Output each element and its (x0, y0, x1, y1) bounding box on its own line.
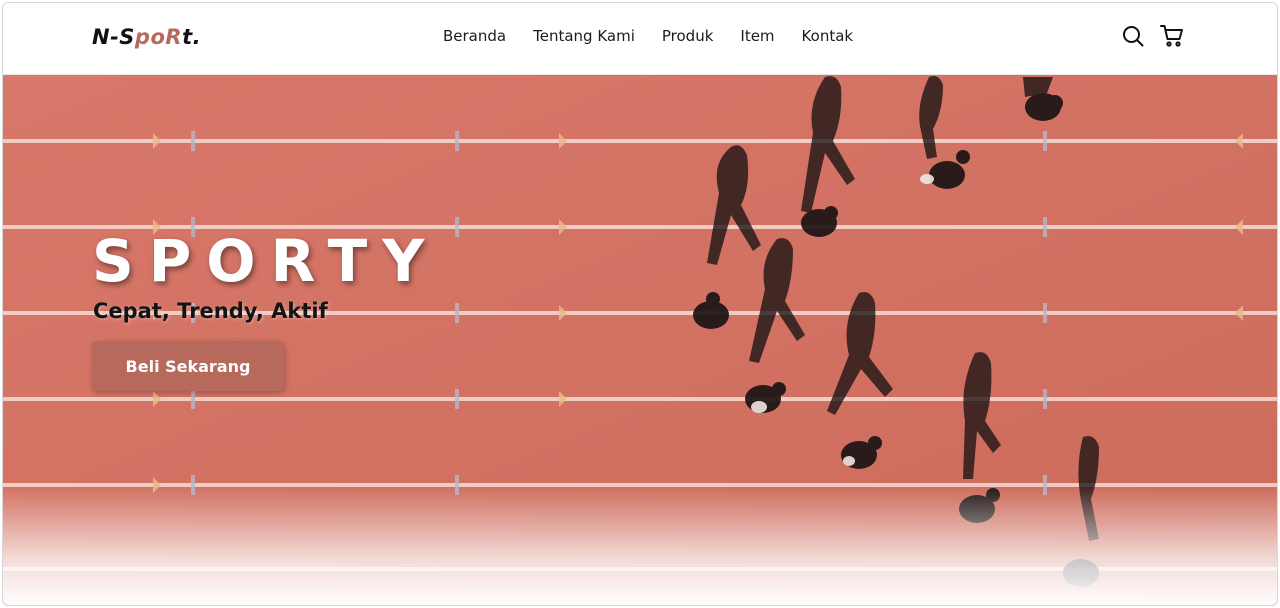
nav-item-kontak[interactable]: Kontak (802, 27, 854, 45)
search-icon[interactable] (1121, 24, 1145, 48)
nav-item-item[interactable]: Item (740, 27, 774, 45)
nav-item-produk[interactable]: Produk (662, 27, 714, 45)
page-frame: N-SpoRt. Beranda Tentang Kami Produk Ite… (2, 2, 1278, 606)
navbar: N-SpoRt. Beranda Tentang Kami Produk Ite… (3, 3, 1277, 75)
nav-item-tentang-kami[interactable]: Tentang Kami (533, 27, 635, 45)
nav-icons (1121, 23, 1185, 49)
logo-suffix: t. (182, 25, 202, 49)
cart-icon[interactable] (1159, 23, 1185, 49)
nav-item-beranda[interactable]: Beranda (443, 27, 506, 45)
buy-now-button[interactable]: Beli Sekarang (92, 341, 284, 391)
brand-logo[interactable]: N-SpoRt. (92, 25, 201, 49)
hero-banner: SPORTY Cepat, Trendy, Aktif Beli Sekaran… (3, 75, 1277, 605)
main-nav: Beranda Tentang Kami Produk Item Kontak (443, 27, 880, 45)
hero-tagline: Cepat, Trendy, Aktif (93, 299, 328, 323)
hero-fade-overlay (3, 487, 1277, 605)
logo-prefix: N-S (92, 25, 135, 49)
hero-title: SPORTY (92, 227, 440, 295)
logo-accent: poR (134, 25, 183, 49)
